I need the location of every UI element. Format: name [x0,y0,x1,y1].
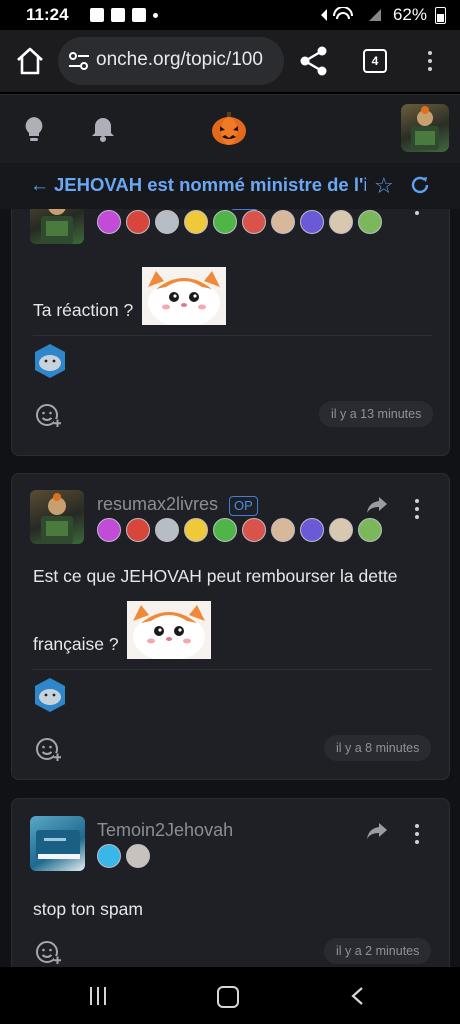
post-text-line-2: française ? [33,634,119,654]
badge-icon[interactable] [271,518,295,542]
post-card: Temoin2Jehovah stop ton spam il y a 2 mi… [11,798,450,967]
share-arrow-icon[interactable] [365,494,389,516]
badge-icon[interactable] [358,210,382,234]
topic-title[interactable]: JEHOVAH est nommé ministre de l'int [54,174,366,196]
badges-row [97,518,382,542]
system-nav-bar [0,967,460,1024]
signal-icons [320,7,381,21]
post-time: il y a 2 minutes [324,938,432,964]
badge-icon[interactable] [155,210,179,234]
home-nav-icon[interactable] [217,986,239,1008]
user-avatar[interactable] [401,104,449,152]
image-icon [90,8,104,22]
badge-icon[interactable] [97,210,121,234]
battery-percent: 62% [392,5,427,24]
divider [33,669,432,670]
badge-icon[interactable] [329,210,353,234]
badge-icon[interactable] [126,844,150,868]
badge-icon[interactable] [184,518,208,542]
notification-icons [90,8,158,22]
tune-icon[interactable] [68,51,90,71]
avatar[interactable] [30,209,84,244]
avatar[interactable] [30,816,85,871]
more-vertical-icon[interactable] [412,496,422,525]
op-badge: OP [229,496,258,516]
badge-icon[interactable] [242,518,266,542]
badges-row [97,210,382,234]
badge-icon[interactable] [97,844,121,868]
posts-list: resumax2livres OP Ta réaction ? [0,209,460,967]
home-icon[interactable] [13,44,47,78]
badge-icon[interactable] [213,210,237,234]
add-reaction-icon[interactable] [35,736,61,762]
browser-toolbar: onche.org/topic/100 4 [0,30,460,92]
url-text: onche.org/topic/100 [96,49,263,70]
avatar[interactable] [30,490,84,544]
site-header [0,94,460,163]
badge-icon[interactable] [329,518,353,542]
add-reaction-icon[interactable] [35,402,61,428]
recents-icon[interactable] [90,987,108,1005]
badge-icon[interactable] [126,518,150,542]
seal-sticker-icon[interactable] [33,343,67,379]
status-bar: 11:24 62% [0,0,460,30]
battery-icon [435,6,446,24]
badge-icon[interactable] [97,518,121,542]
pumpkin-logo-icon[interactable] [211,111,247,147]
badge-icon[interactable] [213,518,237,542]
share-icon[interactable] [298,44,330,78]
badge-icon[interactable] [155,518,179,542]
add-reaction-icon[interactable] [35,939,61,965]
seal-sticker-icon[interactable] [33,677,67,713]
status-time: 11:24 [26,5,69,24]
post-time: il y a 8 minutes [324,735,432,761]
badge-icon[interactable] [300,518,324,542]
arrow-left-icon[interactable]: ← [30,175,49,197]
post-text-line-1: Est ce que JEHOVAH peut rembourser la de… [33,566,398,586]
badges-row [97,844,150,868]
badge-icon[interactable] [242,210,266,234]
post-text: Ta réaction ? [33,300,134,320]
bell-icon[interactable] [90,115,116,143]
more-vertical-icon[interactable] [420,48,440,79]
username[interactable]: Temoin2Jehovah [97,820,233,841]
badge-icon[interactable] [184,210,208,234]
hamtaro-sticker [142,267,226,325]
hamtaro-sticker [127,601,211,659]
reload-icon[interactable] [409,174,431,196]
more-vertical-icon[interactable] [412,209,422,221]
username[interactable]: resumax2livres [97,494,218,515]
badge-icon[interactable] [126,210,150,234]
instagram-icon [132,8,146,22]
post-card: resumax2livres OP Est ce que JEHOVAH peu… [11,473,450,780]
lightbulb-icon[interactable] [22,115,46,143]
back-nav-icon[interactable] [350,986,364,1006]
address-bar[interactable]: onche.org/topic/100 [58,37,284,85]
share-arrow-icon[interactable] [365,820,389,842]
more-vertical-icon[interactable] [412,821,422,850]
badge-icon[interactable] [358,518,382,542]
star-outline-icon[interactable]: ☆ [374,173,394,199]
post-text: stop ton spam [33,899,143,919]
system-icons: 62% [319,5,446,25]
tabs-button[interactable]: 4 [363,49,387,73]
post-time: il y a 13 minutes [319,401,434,427]
post-card: resumax2livres OP Ta réaction ? [11,209,450,456]
divider [33,335,432,336]
gallery-icon [111,8,125,22]
topic-title-bar: ← JEHOVAH est nommé ministre de l'int ☆ [0,163,460,210]
dot-icon [153,13,158,18]
badge-icon[interactable] [300,210,324,234]
badge-icon[interactable] [271,210,295,234]
